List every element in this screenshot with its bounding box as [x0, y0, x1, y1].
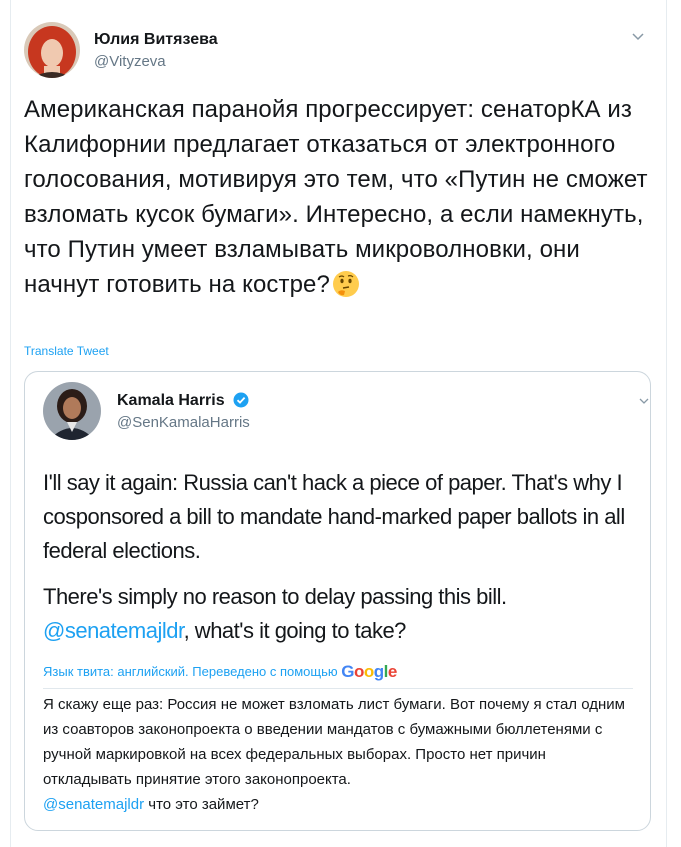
timeline-border-left — [10, 0, 11, 847]
translation-mention-link[interactable]: @senatemajldr — [43, 796, 144, 813]
thinking-face-icon — [332, 271, 359, 297]
quoted-tweet-text: I'll say it again: Russia can't hack a p… — [43, 466, 653, 660]
quoted-author-name-row[interactable]: Kamala Harris — [117, 392, 249, 410]
translation-source-line: Язык твита: английский. Переведено с пом… — [43, 662, 397, 682]
quoted-tweet[interactable]: Kamala Harris @SenKamalaHarris I'll say … — [24, 371, 651, 831]
quoted-paragraph-2: There's simply no reason to delay passin… — [43, 580, 653, 648]
translate-tweet-link[interactable]: Translate Tweet — [24, 344, 109, 358]
author-avatar[interactable] — [24, 22, 80, 78]
author-handle[interactable]: @Vityzeva — [94, 53, 166, 70]
verified-badge-icon — [233, 392, 249, 408]
translation-body: Я скажу еще раз: Россия не может взломат… — [43, 696, 625, 788]
quoted-paragraph-1: I'll say it again: Russia can't hack a p… — [43, 470, 625, 563]
translation-end: что это займет? — [144, 796, 259, 813]
tweet-body: Американская паранойя прогрессирует: сен… — [24, 96, 655, 298]
chevron-down-icon[interactable] — [630, 28, 646, 44]
quoted-author-avatar[interactable] — [43, 382, 101, 440]
quoted-paragraph-2-start: There's simply no reason to delay passin… — [43, 584, 507, 609]
translation-divider — [43, 688, 633, 689]
timeline-border-right — [666, 0, 667, 847]
mention-link[interactable]: @senatemajldr — [43, 618, 184, 643]
translation-text: Я скажу еще раз: Россия не может взломат… — [43, 692, 638, 817]
quoted-paragraph-2-end: , what's it going to take? — [183, 618, 407, 643]
tweet-header: Юлия Витязева @Vityzeva — [24, 22, 654, 82]
chevron-down-icon[interactable] — [637, 394, 651, 408]
tweet-text: Американская паранойя прогрессирует: сен… — [24, 92, 654, 302]
quoted-author-handle[interactable]: @SenKamalaHarris — [117, 414, 250, 431]
quoted-author-name[interactable]: Kamala Harris — [117, 392, 225, 409]
google-logo: Google — [341, 662, 397, 681]
translation-source-text: Язык твита: английский. Переведено с пом… — [43, 664, 338, 679]
author-name[interactable]: Юлия Витязева — [94, 31, 218, 49]
